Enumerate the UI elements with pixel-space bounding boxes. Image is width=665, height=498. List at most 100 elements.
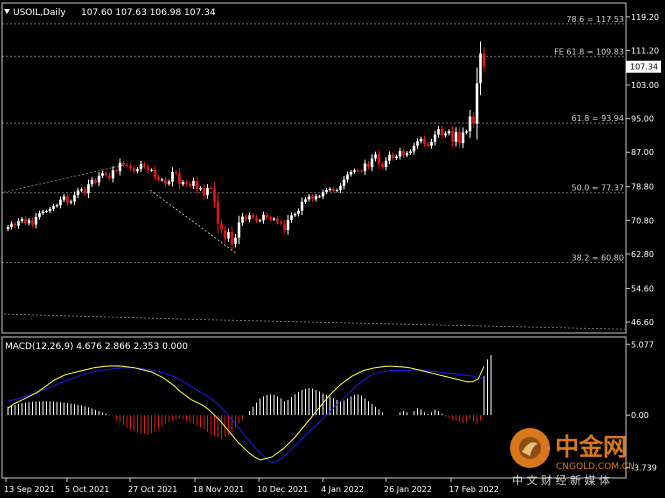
- candle-body: [286, 219, 290, 231]
- candle-body: [458, 132, 461, 143]
- watermark-domain: CNGOLD.COM.CN: [556, 462, 635, 472]
- candle-body: [346, 174, 349, 180]
- candle-body: [318, 196, 321, 198]
- candle-body: [248, 215, 251, 220]
- collapse-arrow-icon[interactable]: [4, 9, 10, 14]
- candle-body: [297, 210, 300, 215]
- candle-body: [304, 199, 307, 202]
- candle-body: [223, 230, 227, 239]
- candle-body: [465, 131, 468, 133]
- candle-body: [80, 189, 83, 191]
- price-axis-label: 119.20: [631, 13, 659, 22]
- candle-body: [300, 201, 304, 211]
- candle-body: [227, 232, 230, 239]
- date-axis-label: 10 Dec 2021: [257, 485, 308, 494]
- candle-body: [363, 163, 367, 172]
- candle-body: [370, 158, 374, 167]
- price-axis-label: 46.60: [631, 318, 654, 327]
- trend-line: [199, 319, 626, 330]
- chart-canvas[interactable]: 78.6 = 117.53 FE 61.8 = 109.83 61.8 = 93.9…: [0, 0, 665, 498]
- date-axis-label: 17 Feb 2022: [449, 485, 499, 494]
- candle-body: [48, 208, 52, 212]
- candle-body: [157, 177, 160, 180]
- candle-body: [111, 170, 115, 179]
- candle-body: [479, 53, 482, 84]
- candle-body: [283, 223, 286, 231]
- candle-body: [381, 164, 384, 167]
- candle-body: [332, 188, 335, 191]
- macd-indicator-label: MACD(12,26,9) 4.676 2.866 2.353 0.000: [5, 342, 188, 352]
- candle-body: [59, 199, 62, 206]
- candle-body: [146, 166, 150, 171]
- chart-frames: [1, 2, 627, 479]
- candle-body: [234, 237, 237, 244]
- candle-body: [356, 170, 360, 172]
- candle-body: [213, 188, 216, 202]
- candle-body: [342, 179, 346, 186]
- candle-body: [426, 143, 430, 146]
- candle-body: [34, 216, 38, 225]
- candle-body: [73, 195, 76, 202]
- candle-body: [97, 175, 101, 183]
- candle-body: [444, 133, 447, 136]
- candle-body: [237, 222, 241, 238]
- candle-body: [402, 150, 405, 156]
- current-price-label: 107.34: [630, 63, 658, 72]
- candle-body: [395, 156, 398, 159]
- candle-body: [143, 164, 146, 167]
- candle-body: [272, 218, 276, 220]
- candle-body: [367, 163, 370, 167]
- candle-body: [451, 131, 454, 142]
- candle-body: [216, 201, 220, 224]
- candle-body: [349, 171, 353, 175]
- candle-body: [307, 196, 311, 200]
- candle-body: [94, 179, 97, 183]
- candle-body: [475, 83, 479, 124]
- candle-body: [206, 187, 209, 196]
- price-axis-label: 54.60: [631, 284, 654, 293]
- fib-level-label: 50.0 = 77.37: [571, 184, 624, 193]
- candle-body: [45, 211, 48, 213]
- candle-body: [13, 223, 17, 226]
- date-axis-label: 13 Sep 2021: [4, 485, 55, 494]
- trend-lines: [3, 164, 626, 330]
- date-axis-label: 4 Jan 2022: [321, 485, 364, 494]
- candle-body: [76, 190, 80, 196]
- candle-body: [472, 116, 475, 124]
- date-axis-label: 5 Oct 2021: [65, 485, 109, 494]
- candle-body: [104, 173, 108, 176]
- candle-body: [101, 173, 104, 176]
- ohlc-values: 107.60 107.63 106.98 107.34: [81, 8, 216, 18]
- candle-body: [339, 185, 342, 191]
- candle-body: [192, 180, 195, 186]
- candle-body: [90, 179, 94, 185]
- candle-body: [118, 162, 122, 172]
- candle-body: [122, 162, 125, 165]
- price-candles[interactable]: [6, 41, 486, 250]
- candle-body: [66, 196, 69, 203]
- macd-line: [7, 365, 485, 461]
- candle-body: [24, 219, 27, 224]
- candle-body: [265, 214, 269, 218]
- candle-body: [164, 179, 167, 184]
- candle-body: [440, 129, 444, 136]
- candle-body: [174, 171, 178, 174]
- candle-body: [153, 169, 157, 178]
- candle-body: [38, 213, 41, 217]
- price-pane-frame: [1, 2, 627, 334]
- fib-level-label: 61.8 = 93.94: [571, 114, 624, 123]
- candle-body: [220, 223, 223, 231]
- watermark-brand: 中金网: [555, 433, 627, 461]
- candle-body: [188, 183, 192, 186]
- candle-body: [20, 219, 24, 222]
- candle-body: [108, 175, 111, 179]
- candle-body: [461, 132, 465, 143]
- candle-body: [41, 211, 45, 214]
- price-axis-label: 87.00: [631, 148, 654, 157]
- candle-body: [132, 168, 136, 172]
- candle-body: [202, 187, 206, 196]
- candle-body: [241, 216, 244, 223]
- candle-body: [454, 132, 458, 142]
- price-axis-label: 103.00: [631, 81, 659, 90]
- candle-body: [262, 214, 265, 221]
